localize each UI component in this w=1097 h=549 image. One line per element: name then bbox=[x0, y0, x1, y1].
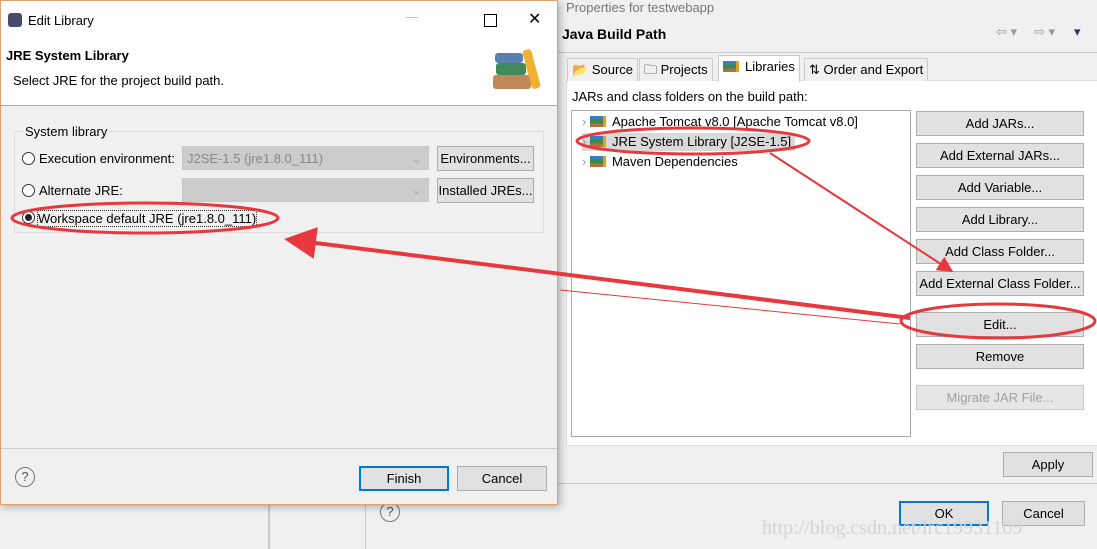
annotation-arrow-to-edit bbox=[769, 152, 954, 273]
annotation-ellipse-workspace bbox=[10, 201, 280, 235]
annotation-ellipse-edit bbox=[899, 302, 1097, 340]
annotation-overlay bbox=[10, 126, 1097, 340]
annotation-ellipse-jre bbox=[575, 126, 811, 156]
annotation-arrow-to-workspace bbox=[284, 227, 911, 320]
